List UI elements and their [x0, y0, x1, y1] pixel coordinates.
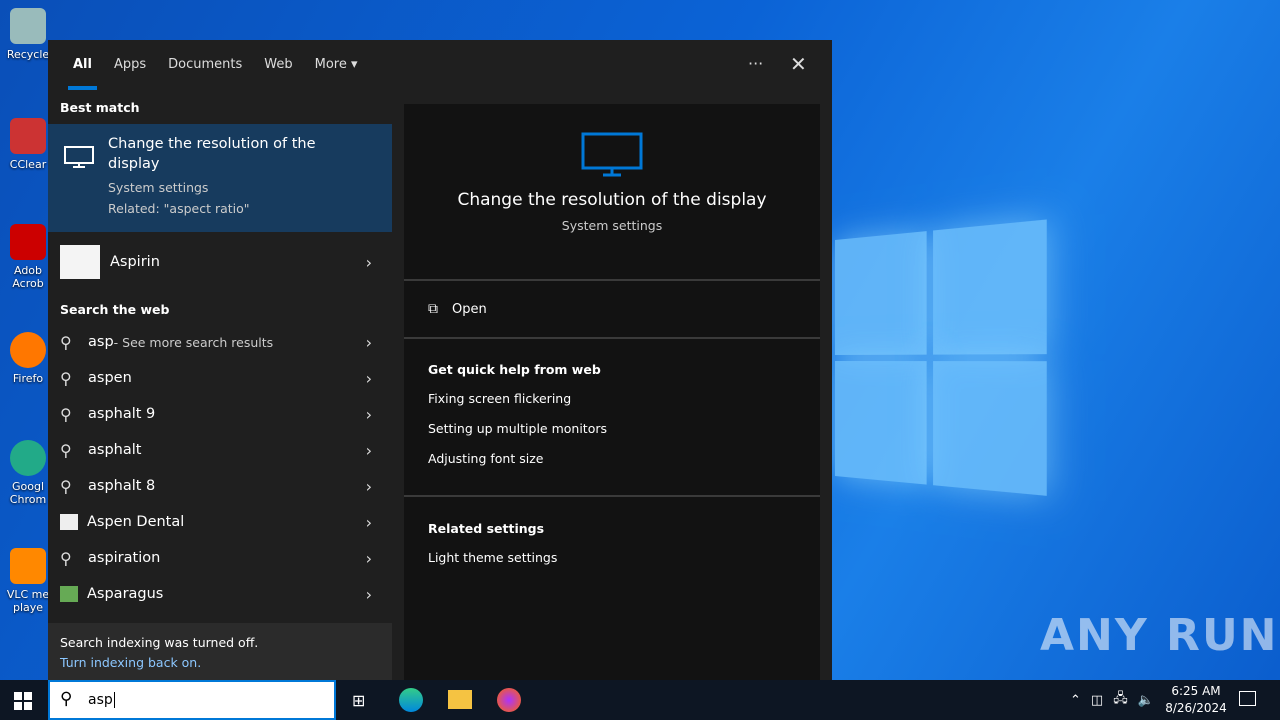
turn-indexing-on-link[interactable]: Turn indexing back on. [60, 655, 201, 670]
suggestion-label: asphalt 9 [88, 406, 156, 422]
desktop-icon-vlc[interactable]: VLC me playe [6, 548, 50, 614]
suggestion-label: Aspen Dental [87, 514, 185, 530]
tab-documents[interactable]: Documents [157, 40, 253, 92]
help-link[interactable]: Setting up multiple monitors [428, 421, 796, 436]
section-best-match: Best match [60, 100, 140, 115]
best-match-item[interactable]: Change the resolution of the display Sys… [48, 124, 392, 232]
show-hidden-icons[interactable]: ⌃ [1070, 693, 1081, 708]
tab-more[interactable]: More ▾ [304, 40, 369, 92]
monitor-icon [64, 146, 94, 168]
suggestion-label: asphalt 8 [88, 478, 156, 494]
section-search-web: Search the web [60, 302, 170, 317]
chevron-right-icon[interactable]: › [366, 585, 372, 604]
best-match-subtitle: System settings [108, 180, 209, 195]
preview-title: Change the resolution of the display [457, 190, 767, 210]
firefox-icon[interactable] [497, 688, 521, 712]
suggestion-label: aspen [88, 370, 132, 386]
file-explorer-icon[interactable] [448, 690, 472, 709]
related-link[interactable]: Light theme settings [428, 550, 796, 565]
edge-icon[interactable] [399, 688, 423, 712]
web-suggestion[interactable]: ⚲ asphalt 9 › [48, 396, 392, 432]
taskbar: ⚲ asp ⊞ ⌃ ◫ 🖧 🔈 6:25 AM 8/26/2024 [0, 680, 1280, 720]
chevron-right-icon[interactable]: › [366, 253, 372, 272]
search-icon: ⚲ [60, 368, 72, 388]
open-button[interactable]: ⧉ Open [404, 281, 820, 339]
web-suggestion[interactable]: ⚲ asphalt 8 › [48, 468, 392, 504]
results-list: Best match Change the resolution of the … [48, 92, 392, 612]
open-icon: ⧉ [428, 301, 438, 317]
tab-apps[interactable]: Apps [103, 40, 157, 92]
related-heading: Related settings [428, 521, 545, 536]
thumbnail-icon [60, 586, 78, 602]
notifications-icon[interactable] [1239, 691, 1256, 706]
search-icon: ⚲ [60, 404, 72, 424]
suggestion-label: asphalt [88, 442, 142, 458]
web-suggestion[interactable]: ⚲ asphalt › [48, 432, 392, 468]
chevron-right-icon[interactable]: › [366, 549, 372, 568]
help-link[interactable]: Adjusting font size [428, 451, 796, 466]
anyrun-watermark: ANY RUN [1040, 610, 1279, 661]
search-icon: ⚲ [60, 476, 72, 496]
tab-all[interactable]: All [62, 40, 103, 92]
result-label: Aspirin [110, 254, 160, 270]
windows-logo [835, 219, 1047, 500]
suggestion-label: Asparagus [87, 586, 164, 602]
indexing-notice: Search indexing was turned off. Turn ind… [48, 623, 392, 680]
camera-icon[interactable]: ◫ [1091, 693, 1103, 708]
desktop-icon-chrome[interactable]: Googl Chrom [6, 440, 50, 506]
indexing-text: Search indexing was turned off. [60, 635, 259, 650]
chevron-right-icon[interactable]: › [366, 333, 372, 352]
best-match-title: Change the resolution of the display [108, 136, 316, 172]
clock[interactable]: 6:25 AM 8/26/2024 [1164, 683, 1228, 717]
preview-pane: Change the resolution of the display Sys… [404, 104, 820, 680]
help-heading: Get quick help from web [428, 362, 601, 377]
caret-down-icon: ▾ [351, 57, 358, 72]
suggestion-label: asp [88, 334, 114, 350]
aspirin-thumbnail [60, 245, 100, 279]
desktop-icon-firefox[interactable]: Firefo [6, 332, 50, 385]
help-link[interactable]: Fixing screen flickering [428, 391, 796, 406]
task-view-icon[interactable]: ⊞ [352, 691, 365, 710]
search-icon: ⚲ [60, 548, 72, 568]
search-icon: ⚲ [60, 332, 72, 352]
search-icon: ⚲ [60, 440, 72, 460]
close-icon[interactable]: ✕ [790, 52, 807, 76]
chevron-right-icon[interactable]: › [366, 369, 372, 388]
web-suggestion[interactable]: ⚲ asp - See more search results › [48, 324, 392, 360]
desktop-icon-ccleaner[interactable]: CClear [6, 118, 50, 171]
web-suggestion[interactable]: ⚲ aspiration › [48, 540, 392, 576]
web-suggestion[interactable]: Asparagus › [48, 576, 392, 612]
search-input[interactable]: ⚲ asp [48, 680, 336, 720]
monitor-icon [581, 132, 643, 177]
volume-icon[interactable]: 🔈 [1138, 693, 1154, 708]
chevron-right-icon[interactable]: › [366, 513, 372, 532]
web-suggestion[interactable]: Aspen Dental › [48, 504, 392, 540]
desktop-icon-recycle-bin[interactable]: Recycle [6, 8, 50, 61]
tab-web[interactable]: Web [253, 40, 303, 92]
more-options-icon[interactable]: ··· [748, 54, 763, 73]
suggestion-label: aspiration [88, 550, 161, 566]
desktop-icon-acrobat[interactable]: Adob Acrob [6, 224, 50, 290]
chevron-right-icon[interactable]: › [366, 477, 372, 496]
best-match-related: Related: "aspect ratio" [108, 201, 250, 216]
preview-subtitle: System settings [561, 218, 663, 233]
web-suggestion[interactable]: ⚲ aspen › [48, 360, 392, 396]
network-icon[interactable]: 🖧 [1113, 689, 1128, 711]
search-panel: All Apps Documents Web More ▾ ··· ✕ Best… [48, 40, 832, 680]
search-icon: ⚲ [60, 689, 73, 709]
chevron-right-icon[interactable]: › [366, 405, 372, 424]
suggestion-suffix: - See more search results [113, 334, 274, 350]
result-aspirin[interactable]: Aspirin › [48, 232, 392, 292]
start-button[interactable] [14, 692, 32, 710]
chevron-right-icon[interactable]: › [366, 441, 372, 460]
filter-tabs: All Apps Documents Web More ▾ [48, 40, 832, 92]
thumbnail-icon [60, 514, 78, 530]
